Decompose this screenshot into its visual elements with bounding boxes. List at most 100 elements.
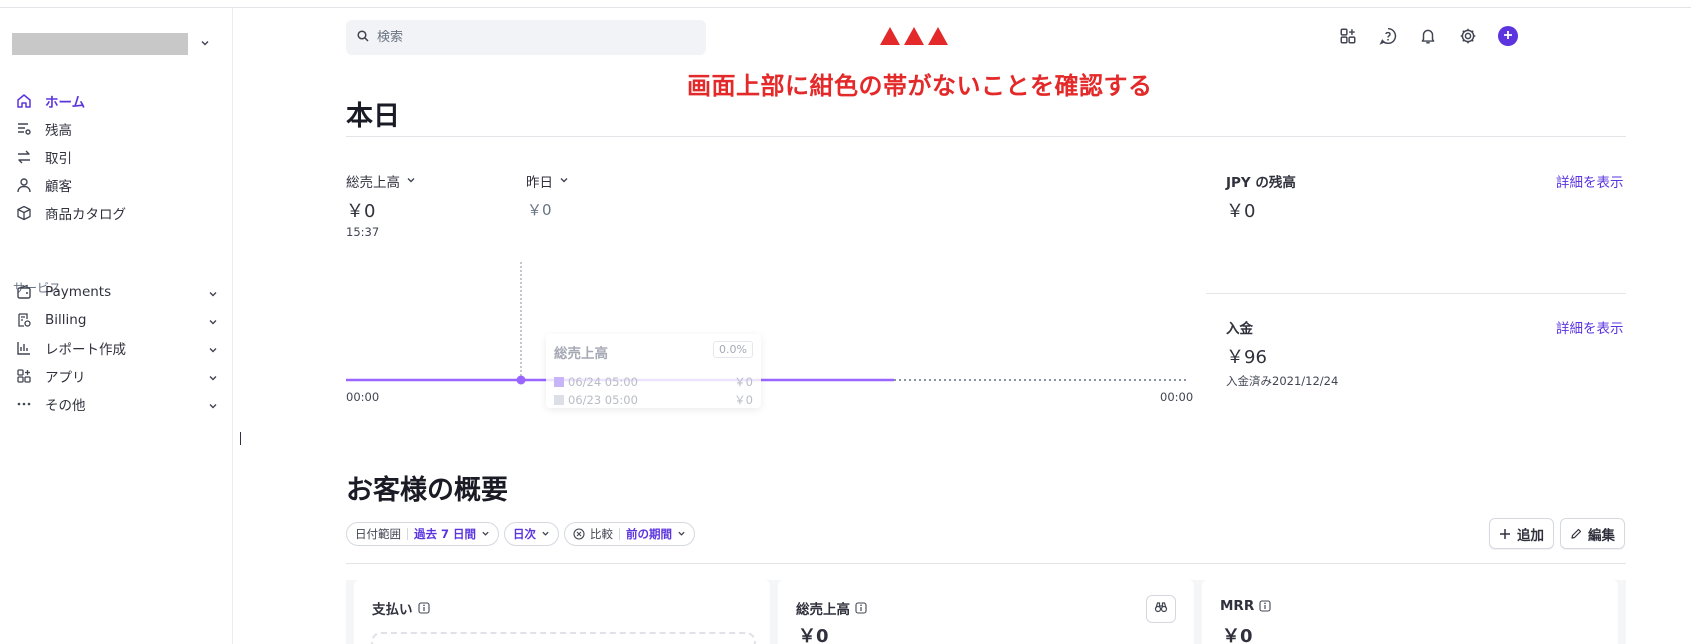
mrr-card[interactable]: MRR ￥0 (1202, 580, 1618, 644)
sidebar-item-payments[interactable]: Payments (14, 279, 217, 305)
x-axis-start: 00:00 (346, 390, 380, 404)
sidebar-item-customers[interactable]: 顧客 (14, 172, 214, 198)
account-switcher[interactable] (12, 29, 226, 59)
billing-icon (14, 310, 34, 330)
balance-icon (14, 119, 34, 139)
legend-swatch (554, 395, 564, 405)
chart-tooltip: 総売上高 0.0% 06/24 05:00 ￥0 06/23 05:00 ￥0 (546, 334, 761, 408)
chevron-down-icon (200, 38, 210, 51)
gross-volume-chart (346, 262, 1188, 385)
bar-chart-icon (14, 338, 34, 358)
chevron-down-icon (481, 527, 490, 541)
overview-cards: 支払い 総売上高 ￥0 MRR ￥0 (346, 580, 1626, 644)
sidebar-item-label: 残高 (45, 123, 72, 139)
wallet-icon (14, 282, 34, 302)
search-bar[interactable] (346, 20, 706, 55)
info-icon[interactable] (417, 602, 430, 614)
balance-value: ￥0 (1226, 201, 1256, 222)
compare-filter[interactable]: 比較 前の期間 (564, 522, 695, 546)
help-icon[interactable] (1378, 26, 1398, 46)
compare-selector[interactable]: 昨日 (526, 171, 569, 191)
add-button[interactable]: 追加 (1489, 518, 1554, 549)
filter-value: 過去 7 日間 (414, 527, 477, 541)
sidebar-item-more[interactable]: その他 (14, 391, 217, 417)
apps-grid-icon[interactable] (1338, 26, 1358, 46)
compare-value: ￥0 (527, 201, 552, 219)
date-range-filter[interactable]: 日付範囲 過去 7 日間 (346, 522, 500, 546)
sidebar-item-label: ホーム (45, 95, 86, 111)
metric-selector[interactable]: 総売上高 (346, 171, 416, 191)
divider (346, 563, 1626, 564)
empty-placeholder (371, 632, 756, 644)
edit-button[interactable]: 編集 (1560, 518, 1625, 549)
card-title-text: MRR (1220, 598, 1255, 614)
divider (1206, 293, 1626, 294)
payout-value: ￥96 (1226, 347, 1267, 368)
tooltip-row-label: 06/23 05:00 (568, 393, 638, 407)
payout-details-link[interactable]: 詳細を表示 (1556, 317, 1624, 337)
sidebar: ホーム 残高 取引 顧客 商品カタログ サービス Payments Billin… (0, 8, 233, 644)
sidebar-item-balances[interactable]: 残高 (14, 116, 214, 142)
remove-icon[interactable] (573, 528, 585, 540)
create-button[interactable] (1498, 26, 1518, 46)
chevron-down-icon (677, 527, 686, 541)
interval-filter[interactable]: 日次 (504, 522, 559, 546)
account-name-redacted (12, 33, 188, 55)
card-title: 支払い (372, 598, 430, 618)
filter-value: 前の期間 (626, 527, 672, 541)
sidebar-item-label: 取引 (45, 151, 72, 167)
sidebar-item-label: アプリ (45, 370, 86, 386)
tooltip-row: 06/23 05:00 ￥0 (554, 392, 753, 408)
info-icon[interactable] (1259, 600, 1271, 612)
gear-icon[interactable] (1458, 26, 1478, 46)
gross-volume-card[interactable]: 総売上高 ￥0 (778, 580, 1194, 644)
filter-value: 日次 (513, 527, 536, 541)
compare-label: 昨日 (526, 175, 553, 191)
sidebar-item-apps[interactable]: アプリ (14, 363, 217, 389)
product-catalog-icon (14, 203, 34, 223)
sidebar-item-label: Billing (45, 312, 87, 328)
tooltip-row-label: 06/24 05:00 (568, 375, 638, 389)
chevron-down-icon (208, 399, 218, 415)
divider (346, 136, 1626, 137)
payout-label: 入金 (1226, 321, 1253, 337)
tooltip-row: 06/24 05:00 ￥0 (554, 374, 753, 390)
sidebar-item-home[interactable]: ホーム (14, 88, 214, 114)
balance-details-link[interactable]: 詳細を表示 (1556, 171, 1624, 191)
sidebar-item-billing[interactable]: Billing (14, 307, 217, 333)
card-title-text: 支払い (372, 602, 413, 618)
gross-time: 15:37 (346, 225, 380, 239)
tooltip-pct: 0.0% (713, 341, 753, 358)
header-actions (1338, 26, 1518, 46)
pencil-icon (1570, 528, 1582, 540)
x-axis-end: 00:00 (1160, 390, 1194, 404)
chevron-down-icon (208, 371, 218, 387)
sidebar-item-reports[interactable]: レポート作成 (14, 335, 217, 361)
top-border (0, 7, 1691, 8)
sidebar-item-label: その他 (45, 398, 86, 414)
payout-note: 入金済み2021/12/24 (1226, 374, 1339, 388)
card-title: MRR (1220, 598, 1271, 614)
card-title-text: 総売上高 (796, 602, 850, 618)
payments-card[interactable]: 支払い (354, 580, 770, 644)
balance-label: JPY の残高 (1226, 175, 1296, 191)
search-input[interactable] (377, 30, 677, 45)
edit-label: 編集 (1588, 527, 1615, 544)
sidebar-item-label: レポート作成 (45, 342, 126, 358)
plus-icon (1503, 28, 1513, 44)
chevron-down-icon (406, 173, 416, 189)
explore-button[interactable] (1146, 595, 1176, 623)
info-icon[interactable] (855, 602, 867, 614)
home-icon (14, 91, 34, 111)
warning-triangles (880, 27, 948, 45)
tooltip-row-value: ￥0 (734, 375, 753, 389)
bell-icon[interactable] (1418, 26, 1438, 46)
tooltip-row-value: ￥0 (734, 393, 753, 407)
apps-icon (14, 366, 34, 386)
legend-swatch (554, 377, 564, 387)
binoculars-icon (1154, 600, 1168, 618)
triangle-icon (928, 27, 948, 45)
sidebar-item-transactions[interactable]: 取引 (14, 144, 214, 170)
filter-key: 比較 (590, 527, 613, 541)
sidebar-item-product-catalog[interactable]: 商品カタログ (14, 200, 214, 226)
